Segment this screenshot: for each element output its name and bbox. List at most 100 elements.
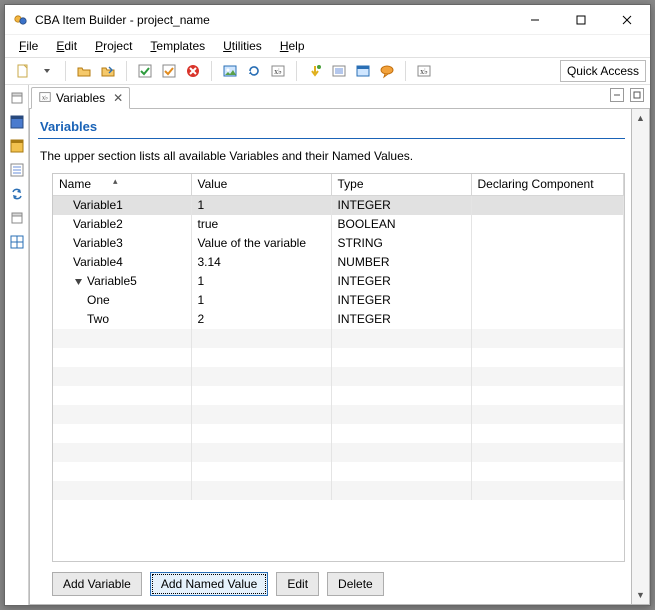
xb-icon[interactable]: x♭ — [267, 60, 289, 82]
cell-value: 3.14 — [191, 253, 331, 272]
variables-table[interactable]: Name▴ Value Type Declaring Component Var… — [53, 174, 624, 500]
folder-out-icon[interactable] — [97, 60, 119, 82]
tab-close-icon[interactable]: ✕ — [113, 91, 123, 105]
expand-icon[interactable] — [73, 276, 83, 286]
cell-value: true — [191, 215, 331, 234]
table-row — [53, 348, 624, 367]
sidebar-grid-icon[interactable] — [8, 233, 26, 251]
sidebar-panel-yellow-icon[interactable] — [8, 137, 26, 155]
menu-file[interactable]: File — [11, 37, 46, 55]
xb2-icon[interactable]: x♭ — [413, 60, 435, 82]
window-title: CBA Item Builder - project_name — [35, 13, 512, 27]
check-orange-icon[interactable] — [158, 60, 180, 82]
cell-type: NUMBER — [331, 253, 471, 272]
restore-view-icon[interactable] — [8, 89, 26, 107]
scroll-up-icon[interactable]: ▲ — [632, 109, 649, 127]
table-row — [53, 462, 624, 481]
tab-minimize-icon[interactable] — [610, 88, 624, 102]
table-row — [53, 367, 624, 386]
table-row — [53, 386, 624, 405]
arrow-down-yellow-icon[interactable] — [304, 60, 326, 82]
svg-text:x♭: x♭ — [274, 67, 282, 76]
table-row[interactable]: Two2INTEGER — [53, 310, 624, 329]
list-icon[interactable] — [328, 60, 350, 82]
new-icon[interactable] — [12, 60, 34, 82]
table-row[interactable]: Variable2trueBOOLEAN — [53, 215, 624, 234]
cell-value: 1 — [191, 291, 331, 310]
add-named-value-button[interactable]: Add Named Value — [150, 572, 269, 596]
table-row[interactable]: Variable3 Value of the variableSTRING — [53, 234, 624, 253]
edit-button[interactable]: Edit — [276, 572, 319, 596]
restore-view2-icon[interactable] — [8, 209, 26, 227]
section-title: Variables — [38, 117, 625, 139]
svg-text:x♭: x♭ — [420, 67, 428, 76]
cell-type: INTEGER — [331, 272, 471, 291]
cell-name: Two — [87, 312, 109, 326]
tab-variables[interactable]: x♭ Variables ✕ — [31, 87, 130, 109]
left-sidebar — [5, 85, 29, 605]
body-area: x♭ Variables ✕ Variables The upper secti… — [5, 85, 650, 605]
editor-tab-row: x♭ Variables ✕ — [29, 85, 650, 109]
cell-value: 1 — [191, 196, 331, 215]
cell-declaring — [471, 215, 624, 234]
table-row — [53, 329, 624, 348]
col-value[interactable]: Value — [191, 174, 331, 196]
table-row[interactable]: One 1INTEGER — [53, 291, 624, 310]
add-variable-button[interactable]: Add Variable — [52, 572, 142, 596]
picture-icon[interactable] — [219, 60, 241, 82]
tab-maximize-icon[interactable] — [630, 88, 644, 102]
menu-help[interactable]: Help — [272, 37, 313, 55]
minimize-button[interactable] — [512, 5, 558, 34]
cell-value: 1 — [191, 272, 331, 291]
table-row — [53, 443, 624, 462]
editor-scrollbar[interactable]: ▲ ▼ — [632, 109, 650, 605]
toolbar: x♭ x♭ Quick Access — [5, 57, 650, 85]
cell-name: Variable3 — [73, 236, 123, 250]
cell-type: STRING — [331, 234, 471, 253]
cell-declaring — [471, 196, 624, 215]
sort-indicator-icon: ▴ — [113, 176, 118, 187]
new-dropdown-icon[interactable] — [36, 60, 58, 82]
menu-utilities[interactable]: Utilities — [215, 37, 270, 55]
scroll-down-icon[interactable]: ▼ — [632, 586, 649, 604]
table-header-row: Name▴ Value Type Declaring Component — [53, 174, 624, 196]
open-icon[interactable] — [73, 60, 95, 82]
cell-value: Value of the variable — [191, 234, 331, 253]
table-row[interactable]: Variable5 1INTEGER — [53, 272, 624, 291]
cell-type: INTEGER — [331, 291, 471, 310]
comment-icon[interactable] — [376, 60, 398, 82]
sidebar-sync-icon[interactable] — [8, 185, 26, 203]
sidebar-panel-blue-icon[interactable] — [8, 113, 26, 131]
cell-name: One — [87, 293, 110, 307]
svg-text:x♭: x♭ — [42, 94, 48, 101]
xb-tab-icon: x♭ — [38, 90, 52, 107]
section-description: The upper section lists all available Va… — [38, 143, 625, 173]
col-type[interactable]: Type — [331, 174, 471, 196]
menubar: File Edit Project Templates Utilities He… — [5, 35, 650, 57]
panel-icon[interactable] — [352, 60, 374, 82]
variables-table-wrap: Name▴ Value Type Declaring Component Var… — [52, 173, 625, 562]
col-name[interactable]: Name▴ — [53, 174, 191, 196]
menu-templates[interactable]: Templates — [142, 37, 213, 55]
content-area: x♭ Variables ✕ Variables The upper secti… — [29, 85, 650, 605]
refresh-icon[interactable] — [243, 60, 265, 82]
menu-edit[interactable]: Edit — [48, 37, 85, 55]
table-row[interactable]: Variable11INTEGER — [53, 196, 624, 215]
cell-value: 2 — [191, 310, 331, 329]
close-button[interactable] — [604, 5, 650, 34]
check-green-icon[interactable] — [134, 60, 156, 82]
sidebar-list-icon[interactable] — [8, 161, 26, 179]
quick-access-field[interactable]: Quick Access — [560, 60, 646, 82]
cell-name: Variable5 — [87, 274, 137, 288]
delete-button[interactable]: Delete — [327, 572, 384, 596]
table-row[interactable]: Variable43.14NUMBER — [53, 253, 624, 272]
error-icon[interactable] — [182, 60, 204, 82]
window-controls — [512, 5, 650, 34]
cell-declaring — [471, 272, 624, 291]
cell-declaring — [471, 253, 624, 272]
maximize-button[interactable] — [558, 5, 604, 34]
menu-project[interactable]: Project — [87, 37, 140, 55]
button-row: Add Variable Add Named Value Edit Delete — [38, 562, 625, 596]
editor-body: Variables The upper section lists all av… — [29, 109, 632, 605]
col-declaring[interactable]: Declaring Component — [471, 174, 624, 196]
